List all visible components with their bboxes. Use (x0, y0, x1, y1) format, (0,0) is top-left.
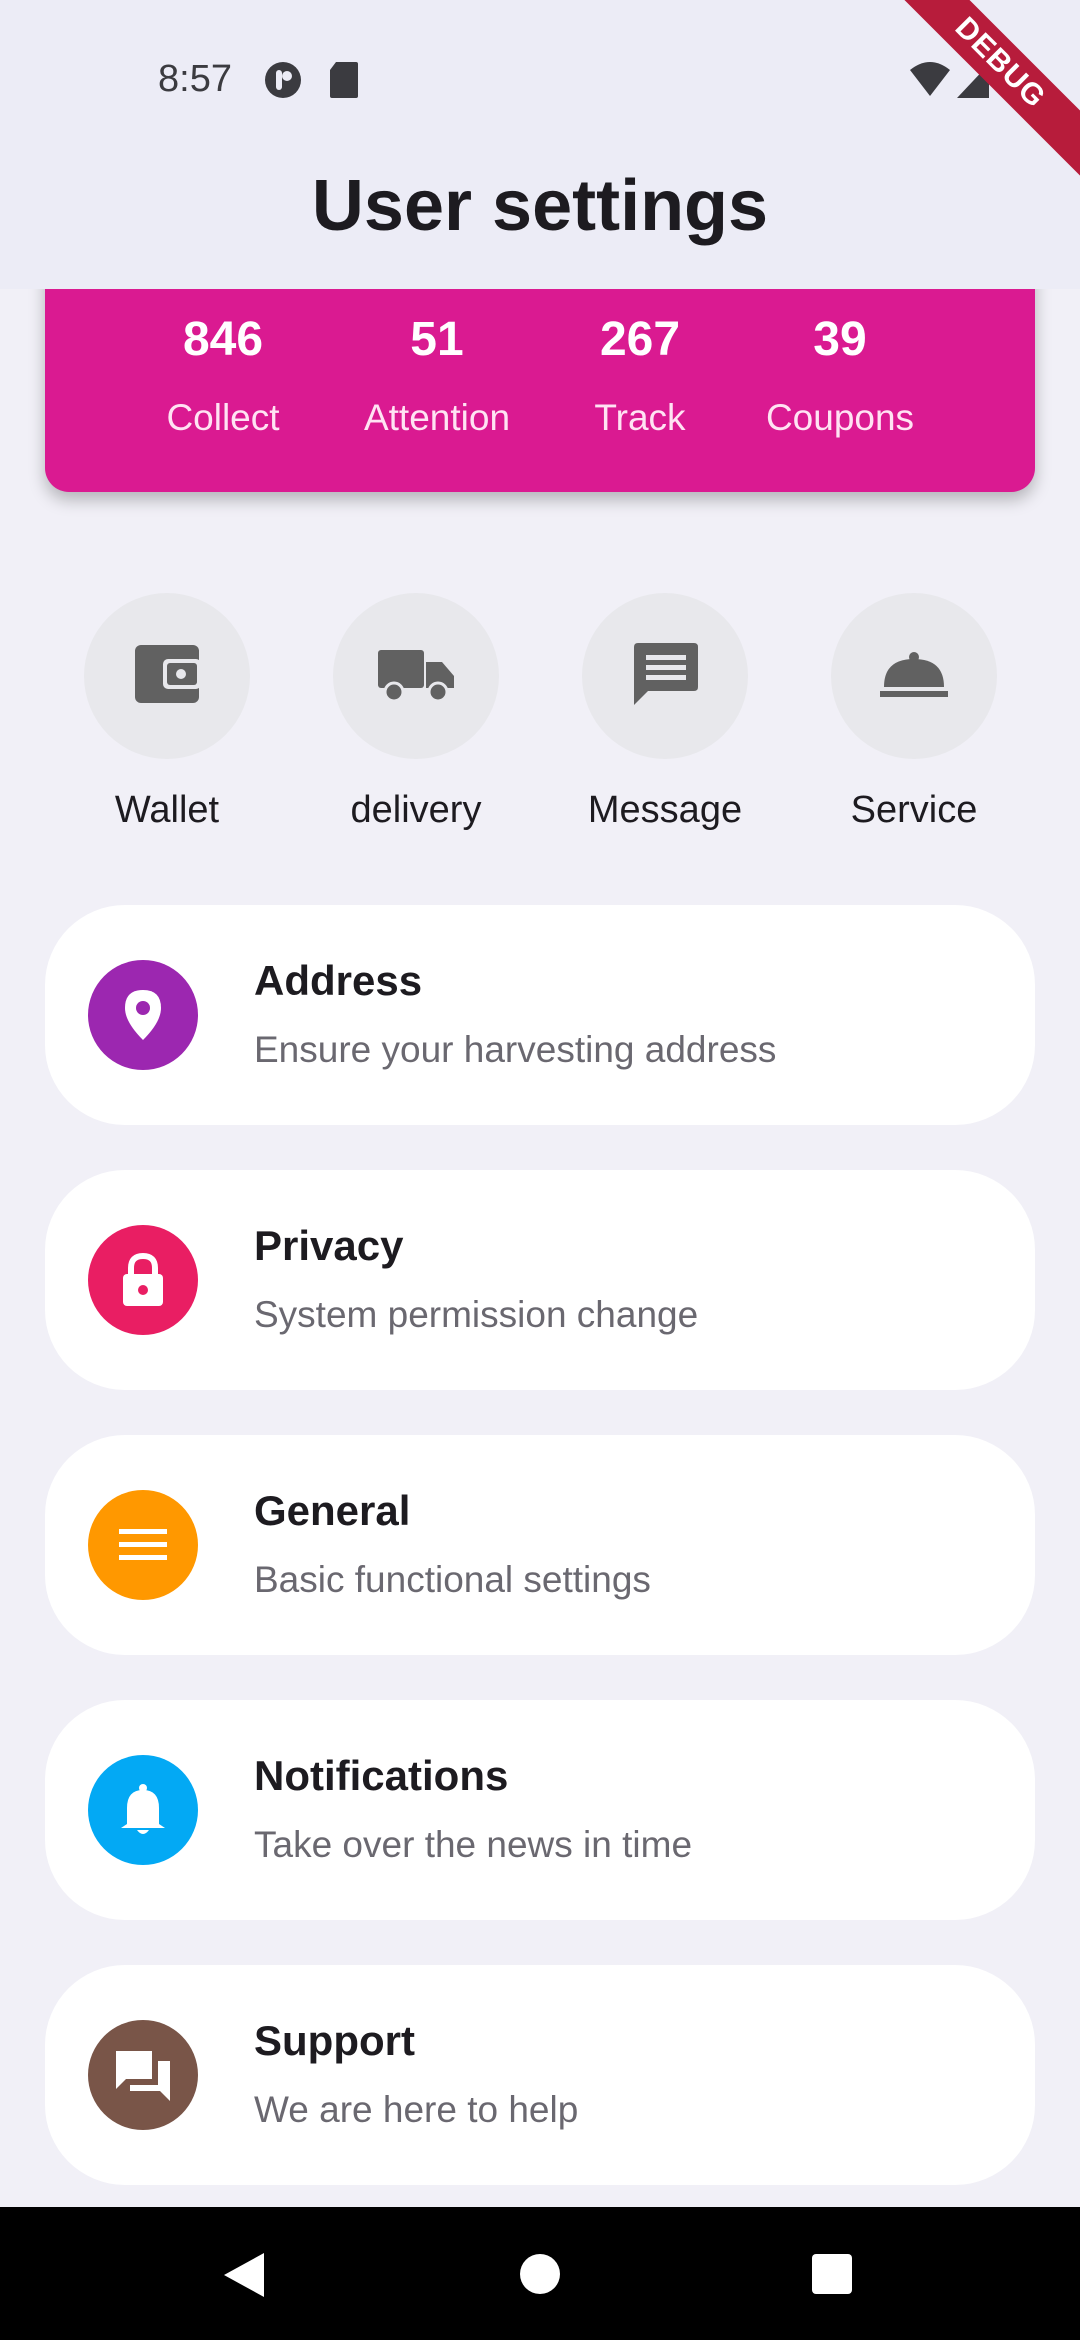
action-label: Wallet (114, 789, 220, 831)
menu-title: Address (254, 957, 423, 1004)
action-label: Service (850, 789, 978, 831)
menu-item-address[interactable]: Address Ensure your harvesting address (45, 905, 1035, 1125)
action-circle (582, 593, 748, 759)
action-wallet[interactable]: Wallet (67, 593, 267, 832)
menu-subtitle: System permission change (254, 1294, 699, 1335)
stat-label: Collect (166, 397, 280, 438)
menu-item-privacy[interactable]: Privacy System permission change (45, 1170, 1035, 1390)
lock-icon (88, 1225, 198, 1335)
menu-title: Notifications (254, 1752, 509, 1799)
message-icon (630, 639, 700, 714)
stat-attention[interactable]: 51 Attention (347, 312, 527, 439)
wifi-icon (908, 60, 952, 105)
status-time: 8:57 (158, 58, 232, 100)
menu-item-support[interactable]: Support We are here to help (45, 1965, 1035, 2185)
stat-value: 39 (813, 313, 867, 366)
sd-card-icon (328, 60, 360, 105)
stat-collect[interactable]: 846 Collect (133, 312, 313, 439)
action-service[interactable]: Service (814, 593, 1014, 832)
action-circle (84, 593, 250, 759)
app-bar: 8:57 User settings (0, 0, 1080, 289)
menu-title: Support (254, 2017, 415, 2064)
recents-icon[interactable] (811, 2253, 853, 2300)
home-icon[interactable] (519, 2253, 561, 2300)
menu-title: Privacy (254, 1222, 404, 1269)
bell-icon (88, 1755, 198, 1865)
stat-track[interactable]: 267 Track (550, 312, 730, 439)
menu-subtitle: Basic functional settings (254, 1559, 651, 1600)
menu-subtitle: Take over the news in time (254, 1824, 693, 1865)
forum-icon (88, 2020, 198, 2130)
wallet-icon (133, 643, 201, 710)
back-icon[interactable] (222, 2251, 266, 2304)
action-circle (333, 593, 499, 759)
stat-label: Coupons (765, 397, 915, 438)
menu-subtitle: We are here to help (254, 2089, 579, 2130)
action-label: Message (587, 789, 743, 831)
stat-coupons[interactable]: 39 Coupons (750, 312, 930, 439)
location-pin-icon (88, 960, 198, 1070)
truck-icon (376, 644, 456, 709)
action-message[interactable]: Message (565, 593, 765, 832)
stat-value: 846 (182, 313, 264, 366)
menu-lines-icon (88, 1490, 198, 1600)
action-label: delivery (350, 789, 482, 831)
menu-subtitle: Ensure your harvesting address (254, 1029, 777, 1070)
action-circle (831, 593, 997, 759)
menu-item-general[interactable]: General Basic functional settings (45, 1435, 1035, 1655)
room-service-icon (878, 649, 950, 704)
system-navigation-bar (0, 2207, 1080, 2340)
stat-label: Attention (363, 397, 511, 438)
menu-title: General (254, 1487, 411, 1534)
stat-label: Track (594, 397, 686, 438)
menu-item-notifications[interactable]: Notifications Take over the news in time (45, 1700, 1035, 1920)
app-notification-icon (263, 60, 303, 105)
stat-value: 51 (410, 313, 464, 366)
action-delivery[interactable]: delivery (316, 593, 516, 832)
stat-value: 267 (599, 313, 681, 366)
page-title: User settings (311, 166, 769, 246)
